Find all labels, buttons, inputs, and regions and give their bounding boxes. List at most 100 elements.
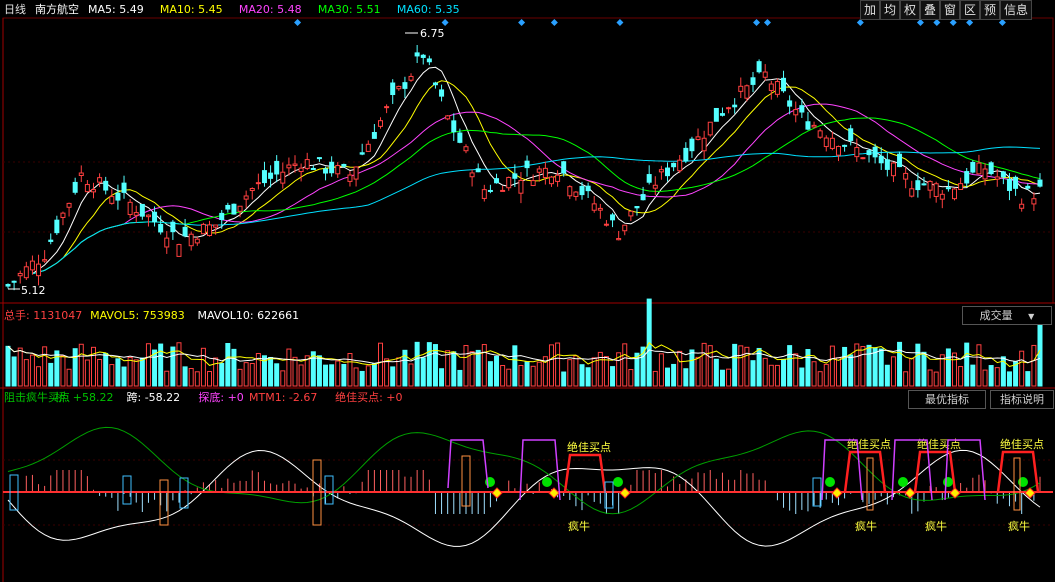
volume-bar: [451, 351, 457, 387]
candle-body: [1019, 203, 1025, 209]
candle-body: [890, 162, 896, 177]
volume-bar: [445, 350, 451, 387]
volume-bar: [872, 347, 878, 387]
candle-body: [170, 221, 176, 233]
volume-bar: [585, 367, 591, 387]
ind-legend-item: MTM1: -2.67: [249, 391, 317, 404]
toolbar-button-3[interactable]: 叠: [920, 0, 940, 20]
candle-body: [524, 160, 530, 169]
candle-body: [860, 157, 866, 160]
ma10-line: [32, 80, 1041, 275]
toolbar-button-1[interactable]: 均: [880, 0, 900, 20]
high-label: 6.75: [420, 27, 445, 40]
candle-body: [90, 189, 96, 193]
volume-bar: [84, 359, 90, 387]
volume-dropdown[interactable]: 成交量 ▼: [962, 306, 1052, 325]
volume-bar: [842, 346, 848, 387]
volume-bar: [188, 367, 194, 387]
candle-body: [115, 192, 121, 201]
candle-body: [188, 233, 194, 247]
signal-marker: [856, 19, 864, 26]
period-label[interactable]: 日线: [4, 2, 26, 16]
candle-body: [897, 153, 903, 168]
volume-bar: [567, 359, 573, 387]
candle-body: [121, 182, 127, 193]
volume-bar: [860, 346, 866, 387]
volume-bar: [1037, 320, 1043, 387]
volume-bar: [280, 370, 286, 387]
candle-body: [23, 266, 29, 279]
best-buy-shape: [843, 450, 887, 493]
volume-bar: [390, 366, 396, 387]
candle-body: [139, 203, 145, 217]
toolbar-button-2[interactable]: 权: [900, 0, 920, 20]
volume-bar: [170, 346, 176, 387]
volume-bar: [622, 343, 628, 387]
toolbar-button-5[interactable]: 区: [960, 0, 980, 20]
candle-body: [677, 159, 683, 172]
signal-diamond: [491, 487, 503, 499]
toolbar-button-6[interactable]: 预: [980, 0, 1000, 20]
volume-bar: [408, 363, 414, 387]
toolbar-button-7[interactable]: 信息: [1000, 0, 1032, 20]
signal-marker: [550, 19, 558, 26]
volume-bar: [243, 362, 249, 387]
candle-body: [182, 226, 188, 237]
volume-bar: [964, 342, 970, 387]
vol-legend-item: MAVOL10: 622661: [198, 309, 300, 322]
ma-legend: MA5: 5.49 MA10: 5.45 MA20: 5.48 MA30: 5.51 M…: [88, 3, 460, 16]
candle-body: [561, 161, 567, 174]
volume-bar: [231, 348, 237, 387]
candle-body: [787, 100, 793, 107]
volume-bar: [500, 364, 506, 387]
candle-body: [494, 178, 500, 184]
volume-bar: [42, 346, 48, 387]
candle-body: [903, 172, 909, 180]
volume-bar: [750, 360, 756, 387]
volume-bar: [463, 345, 469, 387]
volume-bar: [347, 353, 353, 387]
candle-body: [835, 145, 841, 156]
candle-body: [439, 89, 445, 97]
toolbar-button-0[interactable]: 加: [860, 0, 880, 20]
candle-body: [756, 61, 762, 73]
candle-body: [261, 170, 267, 184]
toolbar-button-4[interactable]: 窗: [940, 0, 960, 20]
volume-bar: [866, 344, 872, 387]
candle-body: [408, 75, 414, 81]
indicator-help-button[interactable]: 指标说明: [990, 390, 1054, 409]
candle-body: [353, 166, 359, 180]
volume-bar: [78, 343, 84, 387]
candle-body: [1037, 179, 1043, 187]
volume-bar: [5, 345, 11, 387]
candle-body: [66, 202, 72, 208]
signal-marker: [441, 19, 449, 26]
best-buy-label: 绝佳买点: [847, 437, 891, 451]
candle-body: [610, 214, 616, 221]
bull-label: 疯牛: [1008, 519, 1030, 533]
volume-bar: [274, 363, 280, 387]
candle-body: [304, 159, 310, 169]
best-indicator-button[interactable]: 最优指标: [908, 390, 986, 409]
candle-body: [719, 113, 725, 116]
candle-body: [316, 157, 322, 160]
volume-bar: [890, 356, 896, 387]
volume-bar: [884, 364, 890, 387]
volume-bar: [384, 358, 390, 387]
candle-body: [103, 180, 109, 191]
candle-body: [597, 207, 603, 211]
candle-body: [512, 173, 518, 179]
candle-body: [732, 104, 738, 108]
candle-body: [237, 205, 243, 212]
volume-bar: [781, 358, 787, 387]
volume-bar: [359, 370, 365, 387]
volume-bar: [377, 342, 383, 387]
candle-body: [500, 189, 506, 192]
volume-bar: [506, 368, 512, 387]
volume-bar: [1006, 371, 1012, 387]
candle-body: [48, 239, 54, 242]
bridge-line: [7, 449, 1041, 547]
candle-body: [976, 162, 982, 175]
candle-body: [176, 244, 182, 257]
candle-body: [390, 82, 396, 96]
